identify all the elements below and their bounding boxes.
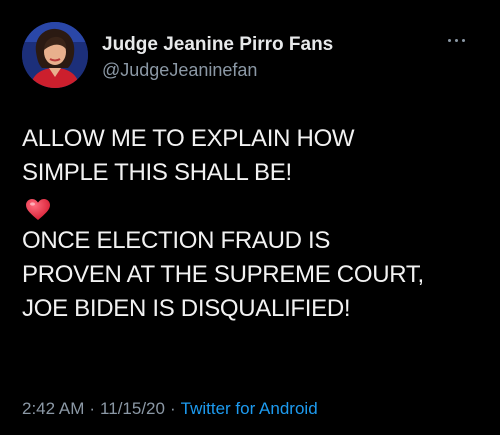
author-display-name[interactable]: Judge Jeanine Pirro Fans <box>102 34 333 56</box>
profile-photo-icon <box>22 22 88 88</box>
ellipsis-icon[interactable] <box>446 36 468 46</box>
tweet-line: ONCE ELECTION FRAUD IS <box>22 227 331 254</box>
tweet-text: ALLOW ME TO EXPLAIN HOW SIMPLE THIS SHAL… <box>22 122 482 326</box>
tweet-header: Judge Jeanine Pirro Fans @JudgeJeaninefa… <box>22 22 478 98</box>
tweet-date[interactable]: 11/15/20 <box>100 399 165 418</box>
tweet-source-link[interactable]: Twitter for Android <box>181 399 318 418</box>
meta-separator: · <box>169 399 176 418</box>
tweet-line: ALLOW ME TO EXPLAIN HOW <box>22 125 355 152</box>
heart-emoji-line <box>22 190 482 224</box>
heart-icon <box>26 199 50 220</box>
meta-separator: · <box>89 399 96 418</box>
tweet-line: PROVEN AT THE SUPREME COURT, <box>22 261 424 288</box>
tweet-line: SIMPLE THIS SHALL BE! <box>22 159 292 186</box>
author-handle[interactable]: @JudgeJeaninefan <box>102 59 333 81</box>
avatar[interactable] <box>22 22 88 88</box>
tweet-line: JOE BIDEN IS DISQUALIFIED! <box>22 295 351 322</box>
tweet-card: Judge Jeanine Pirro Fans @JudgeJeaninefa… <box>0 0 500 435</box>
author-names: Judge Jeanine Pirro Fans @JudgeJeaninefa… <box>102 34 333 81</box>
tweet-time[interactable]: 2:42 AM <box>22 399 84 418</box>
tweet-meta: 2:42 AM · 11/15/20 · Twitter for Android <box>22 398 318 420</box>
